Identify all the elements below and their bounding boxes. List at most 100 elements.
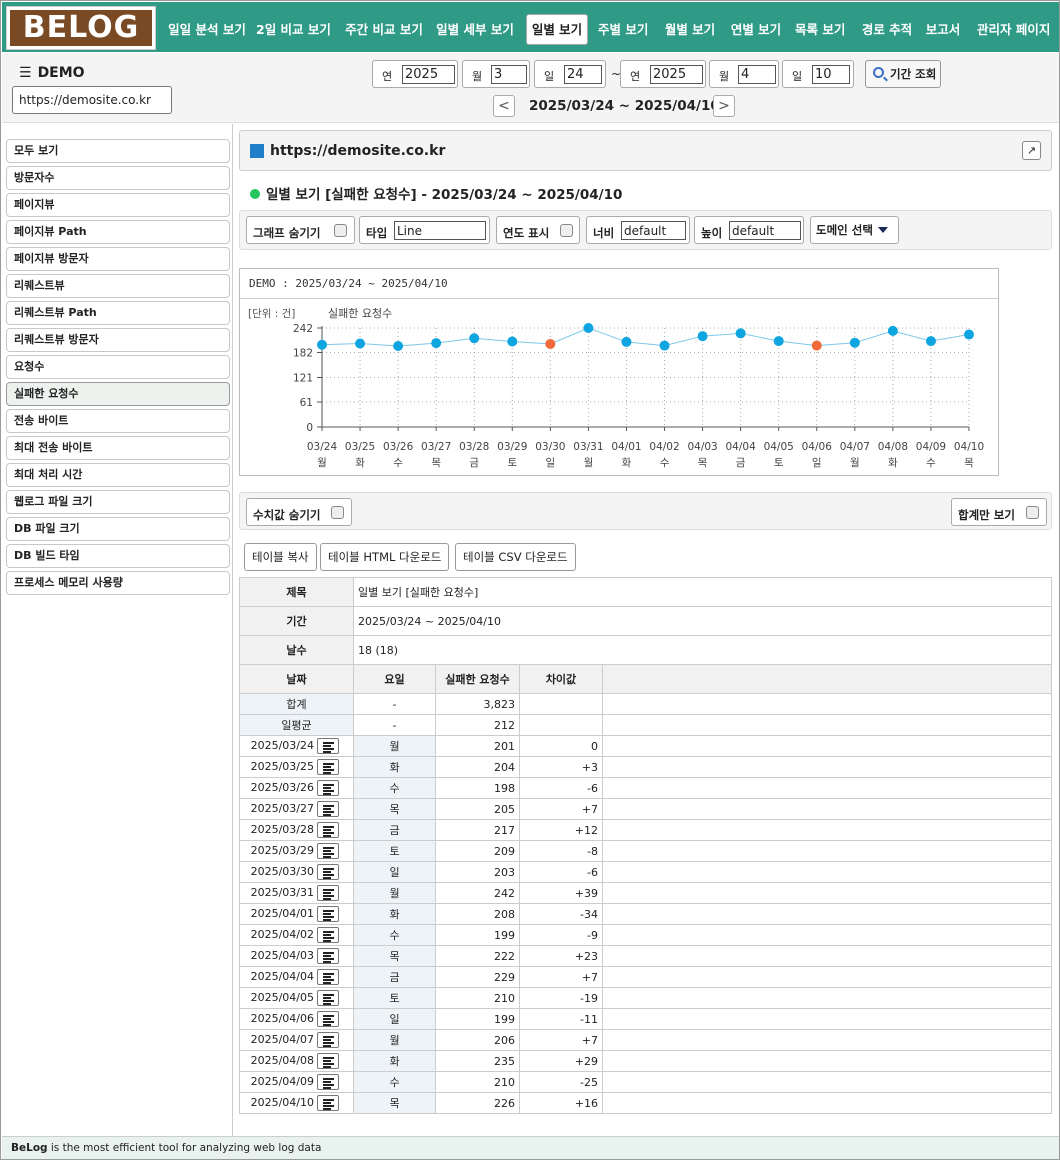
table-row: 2025/04/09 수 210 -25 (239, 1071, 1052, 1093)
start-year-input[interactable]: 2025 (402, 65, 455, 84)
site-title[interactable]: ☰ DEMO (19, 65, 85, 81)
sidebar-item[interactable]: 리퀘스트뷰 방문자 (6, 328, 230, 352)
end-year-input[interactable]: 2025 (650, 65, 703, 84)
domain-select-button[interactable]: 도메인 선택 (810, 216, 899, 244)
row-detail-icon[interactable] (317, 822, 339, 838)
column-header[interactable]: 실패한 요청수 (435, 664, 520, 694)
sidebar-item[interactable]: 페이지뷰 (6, 193, 230, 217)
nav-item[interactable]: 보고서 (925, 15, 961, 45)
nav-item[interactable]: 주별 보기 (598, 15, 648, 45)
nav-item[interactable]: 목록 보기 (795, 15, 845, 45)
sidebar-item[interactable]: 방문자수 (6, 166, 230, 190)
start-month-input[interactable]: 3 (491, 65, 527, 84)
total-only-toggle[interactable]: 합계만 보기 (951, 498, 1047, 526)
x-dow-label: 목 (964, 457, 974, 469)
row-diff: -34 (519, 903, 603, 925)
row-detail-icon[interactable] (317, 1074, 339, 1090)
date-cell: 2025/03/31 (239, 882, 354, 904)
nav-item[interactable]: 월별 보기 (663, 15, 717, 45)
row-detail-icon[interactable] (317, 927, 339, 943)
data-point (659, 340, 670, 351)
end-day-input[interactable]: 10 (812, 65, 850, 84)
nav-item[interactable]: 일별 보기 (526, 14, 588, 45)
show-year-checkbox[interactable] (560, 224, 573, 237)
row-detail-icon[interactable] (317, 843, 339, 859)
copy-table-button[interactable]: 테이블 복사 (244, 543, 317, 571)
height-input[interactable]: default (729, 221, 801, 240)
sidebar-item[interactable]: DB 빌드 타임 (6, 544, 230, 568)
nav-item[interactable]: 주간 비교 보기 (343, 15, 425, 45)
belog-logo[interactable]: BELOG (6, 6, 156, 50)
nav-item[interactable]: 2일 비교 보기 (256, 15, 331, 45)
data-point (431, 338, 442, 349)
popout-icon[interactable]: ↗ (1022, 141, 1041, 160)
menu-icon[interactable]: ☰ (19, 65, 32, 81)
row-dow: 수 (353, 1071, 436, 1093)
show-year-label: 연도 표시 (503, 226, 550, 240)
row-detail-icon[interactable] (317, 780, 339, 796)
end-month-input[interactable]: 4 (738, 65, 776, 84)
chart-container: DEMO : 2025/03/24 ~ 2025/04/10 [단위 : 건] 실… (239, 268, 999, 476)
prev-period-button[interactable]: < (493, 95, 515, 117)
row-detail-icon[interactable] (317, 738, 339, 754)
nav-item[interactable]: 일일 분석 보기 (167, 15, 247, 45)
row-detail-icon[interactable] (317, 906, 339, 922)
x-dow-label: 수 (393, 457, 403, 469)
sidebar-item[interactable]: 최대 전송 바이트 (6, 436, 230, 460)
row-date: 2025/03/28 (250, 823, 314, 836)
row-detail-icon[interactable] (317, 864, 339, 880)
row-detail-icon[interactable] (317, 885, 339, 901)
hide-graph-toggle[interactable]: 그래프 숨기기 (246, 216, 355, 244)
row-detail-icon[interactable] (317, 1095, 339, 1111)
hide-values-toggle[interactable]: 수치값 숨기기 (246, 498, 352, 526)
sidebar-item[interactable]: 전송 바이트 (6, 409, 230, 433)
sidebar-item[interactable]: 리퀘스트뷰 (6, 274, 230, 298)
x-dow-label: 월 (317, 457, 327, 469)
show-year-toggle[interactable]: 연도 표시 (496, 216, 580, 244)
nav-item[interactable]: 경로 추적 (860, 15, 914, 45)
sidebar-item[interactable]: 프로세스 메모리 사용량 (6, 571, 230, 595)
row-detail-icon[interactable] (317, 801, 339, 817)
end-month-label: 월 (719, 70, 730, 83)
sidebar-item[interactable]: 모두 보기 (6, 139, 230, 163)
row-detail-icon[interactable] (317, 990, 339, 1006)
column-header[interactable]: 날짜 (239, 664, 354, 694)
download-csv-button[interactable]: 테이블 CSV 다운로드 (455, 543, 576, 571)
row-detail-icon[interactable] (317, 1032, 339, 1048)
start-day-input[interactable]: 24 (564, 65, 602, 84)
row-diff: +16 (519, 1092, 603, 1114)
sidebar-item[interactable]: DB 파일 크기 (6, 517, 230, 541)
sidebar-item[interactable]: 리퀘스트뷰 Path (6, 301, 230, 325)
row-detail-icon[interactable] (317, 1011, 339, 1027)
query-period-button[interactable]: 기간 조회 (865, 60, 941, 88)
hide-graph-checkbox[interactable] (334, 224, 347, 237)
row-detail-icon[interactable] (317, 948, 339, 964)
meta-label: 제목 (239, 577, 354, 607)
sidebar-item[interactable]: 실패한 요청수 (6, 382, 230, 406)
row-detail-icon[interactable] (317, 1053, 339, 1069)
column-header[interactable]: 요일 (353, 664, 436, 694)
next-period-button[interactable]: > (713, 95, 735, 117)
width-label: 너비 (593, 226, 615, 240)
download-html-button[interactable]: 테이블 HTML 다운로드 (320, 543, 450, 571)
width-input[interactable]: default (621, 221, 686, 240)
sidebar-item[interactable]: 요청수 (6, 355, 230, 379)
sidebar-item[interactable]: 웹로그 파일 크기 (6, 490, 230, 514)
sidebar-item[interactable]: 최대 처리 시간 (6, 463, 230, 487)
row-detail-icon[interactable] (317, 759, 339, 775)
row-detail-icon[interactable] (317, 969, 339, 985)
row-diff: -6 (519, 777, 603, 799)
nav-item[interactable]: 관리자 페이지 (977, 15, 1050, 45)
column-header[interactable]: 차이값 (519, 664, 603, 694)
hide-values-checkbox[interactable] (331, 506, 344, 519)
site-url-display[interactable]: https://demosite.co.kr (12, 86, 172, 114)
nav-item[interactable]: 연별 보기 (729, 15, 783, 45)
sidebar-item[interactable]: 페이지뷰 Path (6, 220, 230, 244)
chart-type-input[interactable]: Line (394, 221, 486, 240)
total-only-checkbox[interactable] (1026, 506, 1039, 519)
x-dow-label: 월 (584, 457, 594, 469)
row-value: 199 (435, 924, 520, 946)
nav-item[interactable]: 일별 세부 보기 (433, 15, 517, 45)
summary-value: 3,823 (435, 693, 520, 715)
sidebar-item[interactable]: 페이지뷰 방문자 (6, 247, 230, 271)
